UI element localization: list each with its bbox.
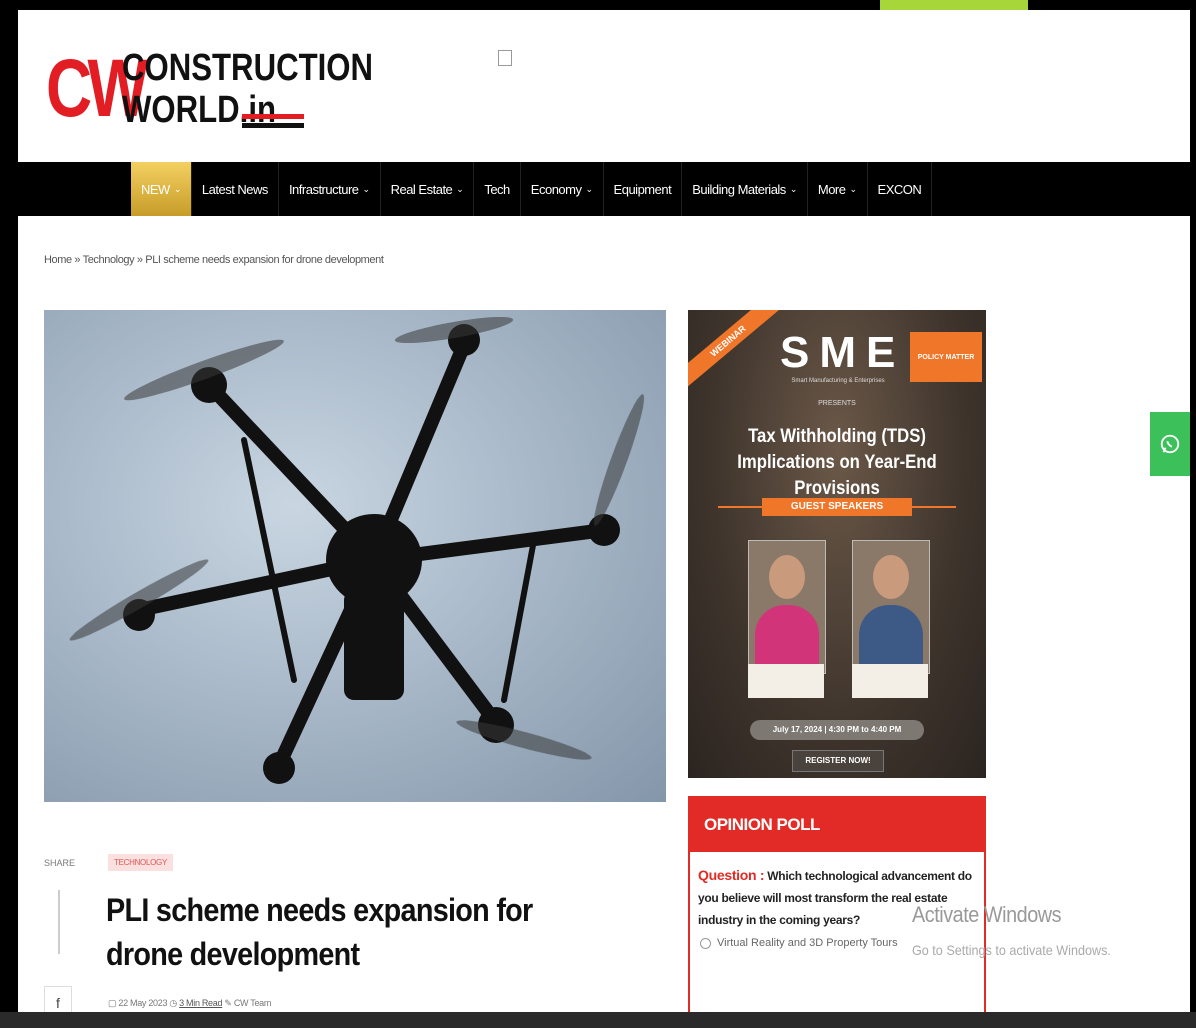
chevron-down-icon: ⌄	[585, 183, 594, 194]
nav-item-building-materials[interactable]: Building Materials ⌄	[682, 162, 808, 216]
breadcrumb-current: PLI scheme needs expansion for drone dev…	[145, 254, 384, 266]
nav-item-real-estate[interactable]: Real Estate ⌄	[381, 162, 475, 216]
top-accent-bar	[880, 0, 1028, 10]
article-title: PLI scheme needs expansion for drone dev…	[106, 892, 533, 972]
main-nav: NEW ⌄ Latest News Infrastructure ⌄ Real Estat…	[18, 162, 1190, 216]
speaker-caption-2	[852, 664, 928, 698]
poll-question-label: Question :	[698, 867, 765, 883]
nav-item-tech[interactable]: Tech	[474, 162, 521, 216]
hero-image-drone	[44, 310, 666, 802]
edit-icon: ✎	[224, 998, 232, 1008]
nav-item-label: EXCON	[877, 181, 922, 197]
nav-item-label: Economy	[530, 181, 582, 197]
nav-item-label: Tech	[484, 181, 510, 197]
ad-brand-sub: Smart Manufacturing & Enterprises	[791, 378, 885, 384]
site-logo[interactable]: CW CONSTRUCTION WORLD.in	[46, 44, 373, 144]
chevron-down-icon: ⌄	[456, 183, 464, 194]
nav-item-more[interactable]: More ⌄	[808, 162, 868, 216]
chevron-down-icon: ⌄	[789, 183, 798, 194]
breadcrumb-section[interactable]: Technology	[83, 254, 135, 266]
share-divider	[58, 890, 60, 954]
taskbar	[0, 1012, 1196, 1028]
nav-item-latest-news[interactable]: Latest News	[192, 162, 279, 216]
broken-image-icon	[498, 50, 512, 66]
ad-date: July 17, 2024 | 4:30 PM to 4:40 PM	[750, 720, 924, 740]
calendar-icon: ▢	[108, 998, 117, 1008]
chevron-down-icon: ⌄	[849, 183, 857, 194]
poll-option-label: Virtual Reality and 3D Property Tours	[717, 937, 898, 949]
speaker-face	[873, 555, 909, 599]
nav-item-infrastructure[interactable]: Infrastructure ⌄	[279, 162, 381, 216]
chevron-down-icon: ⌄	[362, 183, 371, 194]
nav-item-label: NEW	[141, 181, 170, 197]
chevron-down-icon: ⌄	[173, 183, 182, 194]
browser-viewport: CW CONSTRUCTION WORLD.in NEW ⌄ Latest News…	[18, 10, 1190, 1028]
nav-item-economy[interactable]: Economy ⌄	[521, 162, 604, 216]
category-tag[interactable]: TECHNOLOGY	[108, 854, 174, 871]
nav-item-label: Building Materials	[692, 181, 786, 197]
speaker-photo-2	[852, 540, 930, 674]
ad-headline: Tax Withholding (TDS) Implications on Ye…	[737, 426, 937, 499]
ad-brand: SME	[780, 328, 906, 377]
breadcrumb-sep: »	[136, 254, 143, 266]
facebook-icon: f	[56, 995, 60, 1011]
ad-guest-label: GUEST SPEAKERS	[762, 498, 912, 516]
drone-illustration	[69, 316, 645, 784]
article-author[interactable]: CW Team	[234, 998, 272, 1008]
speaker-face	[769, 555, 805, 599]
poll-title: OPINION POLL	[690, 798, 984, 852]
nav-item-new[interactable]: NEW ⌄	[131, 162, 192, 216]
article-date: 22 May 2023	[118, 998, 168, 1008]
nav-items: NEW ⌄ Latest News Infrastructure ⌄ Real Estat…	[131, 162, 933, 216]
whatsapp-button[interactable]	[1150, 412, 1190, 476]
register-button[interactable]: REGISTER NOW!	[792, 750, 884, 772]
breadcrumb: Home » Technology » PLI scheme needs exp…	[44, 254, 384, 266]
ad-brand-tag: POLICY MATTER	[910, 332, 982, 382]
article-meta: ▢ 22 May 2023 ◷ 3 Min Read ✎ CW Team	[108, 998, 271, 1009]
radio-button[interactable]	[700, 937, 711, 949]
logo-line1: CONSTRUCTION	[122, 47, 374, 89]
clock-icon: ◷	[169, 998, 177, 1008]
nav-item-excon[interactable]: EXCON	[868, 162, 933, 216]
nav-item-label: Real Estate	[390, 181, 453, 197]
ad-ribbon: WEBINAR	[688, 310, 796, 400]
breadcrumb-sep: »	[74, 254, 81, 266]
nav-item-label: Equipment	[613, 181, 672, 197]
speaker-caption-1	[748, 664, 824, 698]
whatsapp-icon	[1160, 434, 1180, 454]
nav-item-label: Latest News	[201, 181, 269, 197]
speaker-photo-1	[748, 540, 826, 674]
nav-item-label: More	[817, 181, 846, 197]
activate-windows-title: Activate Windows	[912, 902, 1062, 927]
article-read-time: 3 Min Read	[179, 998, 223, 1008]
breadcrumb-home[interactable]: Home	[44, 254, 72, 266]
site-header: CW CONSTRUCTION WORLD.in	[18, 10, 1190, 162]
activate-windows-sub: Go to Settings to activate Windows.	[912, 942, 1111, 958]
share-label: SHARE	[44, 858, 76, 868]
logo-stripes	[242, 114, 304, 132]
nav-item-label: Infrastructure	[288, 181, 359, 197]
nav-item-equipment[interactable]: Equipment	[604, 162, 683, 216]
ad-presents: PRESENTS	[818, 400, 856, 407]
webinar-ad-banner[interactable]: WEBINAR SME POLICY MATTER Smart Manufact…	[688, 310, 986, 778]
